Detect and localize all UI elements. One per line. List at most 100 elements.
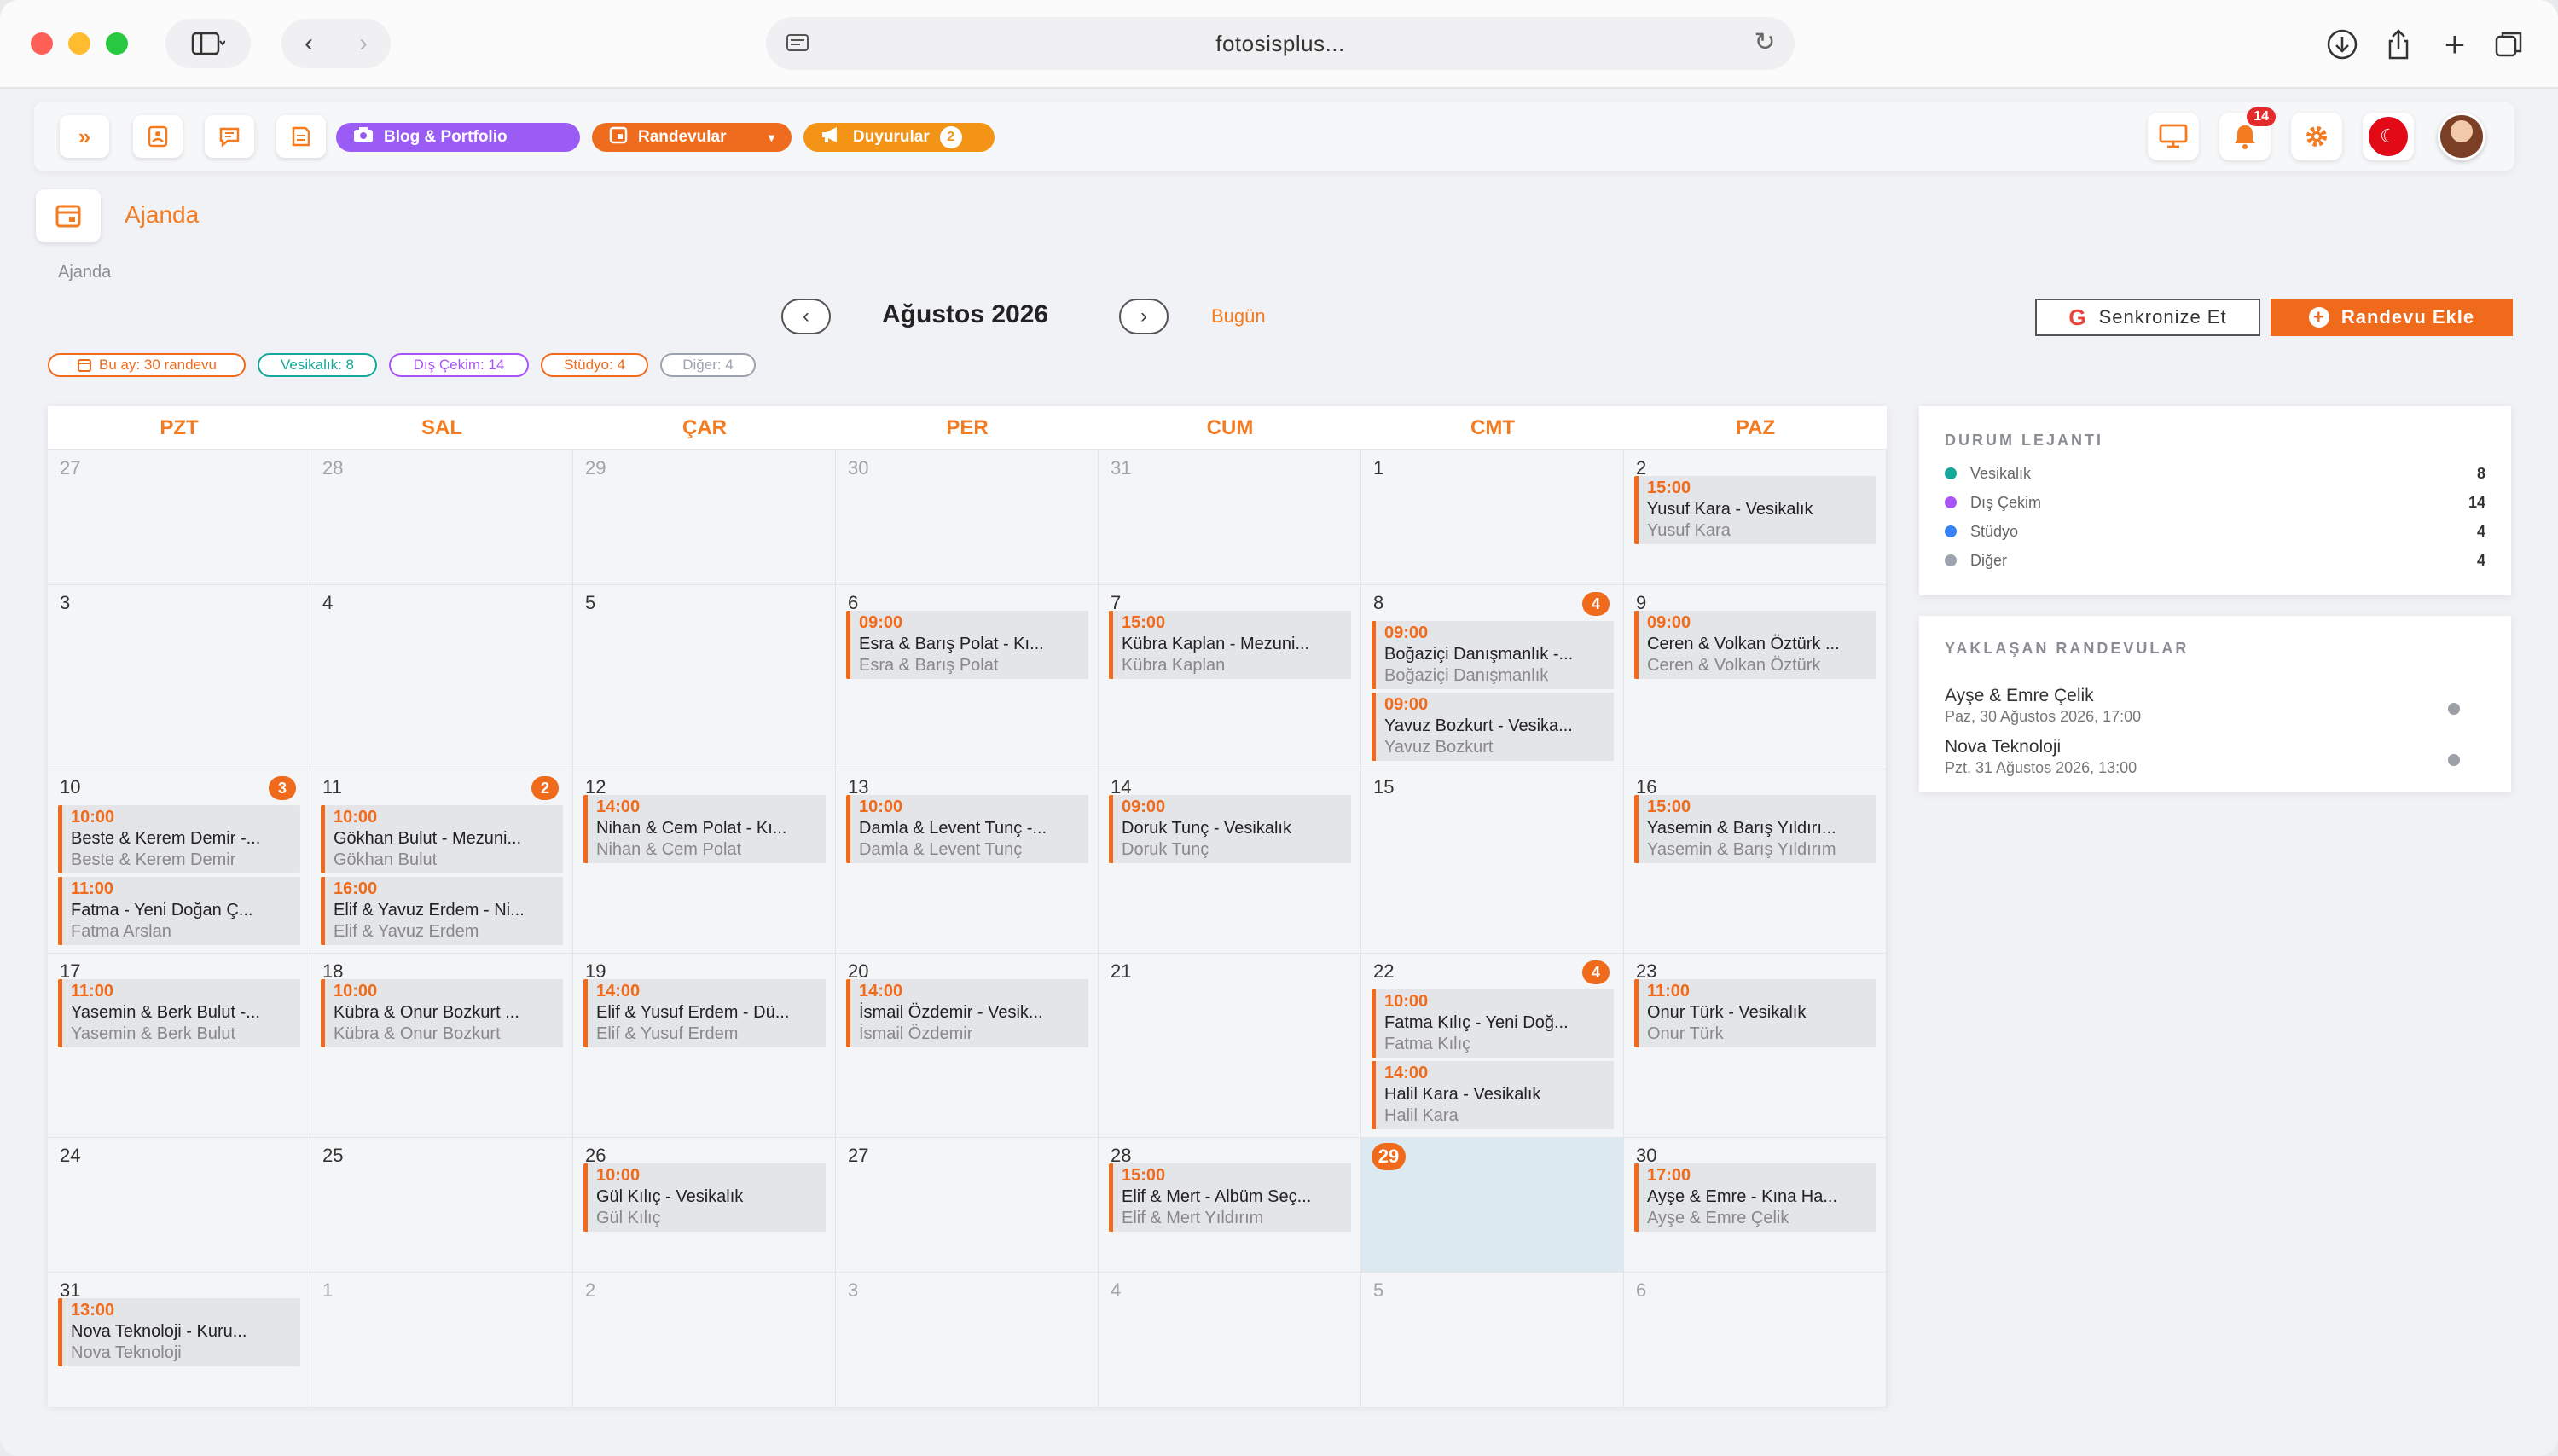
appointments-dropdown[interactable]: Randevular ▾ — [592, 123, 792, 152]
calendar-day-cell[interactable]: 24 — [48, 1138, 310, 1273]
appointment-event[interactable]: 09:00 Esra & Barış Polat - Kı... Esra & Ba… — [846, 611, 1088, 679]
tabs-overview-icon[interactable] — [2489, 24, 2530, 65]
page-settings-icon[interactable] — [783, 29, 812, 58]
upcoming-item[interactable]: Nova Teknoloji Pzt, 31 Ağustos 2026, 13:… — [1945, 737, 2485, 785]
calendar-day-cell[interactable]: 5 — [573, 585, 836, 769]
appointment-event[interactable]: 15:00 Yasemin & Barış Yıldırı... Yasemin &… — [1634, 795, 1876, 863]
appointment-event[interactable]: 09:00 Yavuz Bozkurt - Vesika... Yavuz Bozk… — [1372, 693, 1614, 761]
event-count-badge[interactable]: 4 — [1582, 592, 1610, 616]
add-appointment-button[interactable]: + Randevu Ekle — [2271, 299, 2513, 336]
announcements-button[interactable]: Duyurular 2 — [803, 123, 995, 152]
messages-button[interactable] — [205, 115, 254, 158]
calendar-day-cell[interactable]: 16 15:00 Yasemin & Barış Yıldırı... Yasemin… — [1624, 769, 1887, 954]
sync-button[interactable]: G Senkronize Et — [2035, 299, 2260, 336]
stat-chip-vesikalik[interactable]: Vesikalık: 8 — [258, 353, 377, 377]
settings-button[interactable] — [2291, 113, 2342, 160]
close-window-button[interactable] — [31, 32, 53, 55]
event-count-badge[interactable]: 2 — [531, 776, 559, 800]
calendar-day-cell[interactable]: 15 — [1361, 769, 1624, 954]
calendar-day-cell[interactable]: 2 — [573, 1273, 836, 1407]
calendar-day-cell[interactable]: 30 17:00 Ayşe & Emre - Kına Ha... Ayşe & Em… — [1624, 1138, 1887, 1273]
calendar-day-cell[interactable]: 13 10:00 Damla & Levent Tunç -... Damla & L… — [836, 769, 1099, 954]
calendar-day-cell[interactable]: 19 14:00 Elif & Yusuf Erdem - Dü... Elif & … — [573, 954, 836, 1138]
appointment-event[interactable]: 11:00 Yasemin & Berk Bulut -... Yasemin & … — [58, 979, 300, 1047]
calendar-day-cell[interactable]: 12 14:00 Nihan & Cem Polat - Kı... Nihan & … — [573, 769, 836, 954]
maximize-window-button[interactable] — [106, 32, 128, 55]
reload-icon[interactable]: ↻ — [1754, 27, 1776, 57]
share-icon[interactable] — [2378, 24, 2419, 65]
calendar-day-cell[interactable]: 31 — [1099, 450, 1361, 585]
profile-button[interactable] — [2436, 113, 2487, 160]
calendar-day-cell[interactable]: 1 — [310, 1273, 573, 1407]
today-link[interactable]: Bugün — [1211, 305, 1266, 328]
calendar-day-cell[interactable]: 3 — [836, 1273, 1099, 1407]
calendar-day-cell[interactable]: 17 11:00 Yasemin & Berk Bulut -... Yasemin … — [48, 954, 310, 1138]
calendar-day-cell[interactable]: 9 09:00 Ceren & Volkan Öztürk ... Ceren & V… — [1624, 585, 1887, 769]
calendar-day-cell[interactable]: 1 — [1361, 450, 1624, 585]
calendar-day-cell[interactable]: 30 — [836, 450, 1099, 585]
appointment-event[interactable]: 13:00 Nova Teknoloji - Kuru... Nova Teknol… — [58, 1298, 300, 1366]
calendar-day-cell[interactable]: 4 — [1099, 1273, 1361, 1407]
appointment-event[interactable]: 09:00 Boğaziçi Danışmanlık -... Boğaziçi D… — [1372, 621, 1614, 689]
stat-chip-dis-cekim[interactable]: Dış Çekim: 14 — [389, 353, 529, 377]
calendar-day-cell[interactable]: 18 10:00 Kübra & Onur Bozkurt ... Kübra & O… — [310, 954, 573, 1138]
calendar-day-cell[interactable]: 27 — [836, 1138, 1099, 1273]
appointment-event[interactable]: 10:00 Beste & Kerem Demir -... Beste & Ker… — [58, 805, 300, 873]
new-tab-icon[interactable]: + — [2434, 24, 2475, 65]
address-bar[interactable]: fotosisplus... ↻ — [766, 17, 1795, 70]
appointment-event[interactable]: 09:00 Ceren & Volkan Öztürk ... Ceren & Vo… — [1634, 611, 1876, 679]
calendar-day-cell[interactable]: 25 — [310, 1138, 573, 1273]
calendar-day-cell[interactable]: 27 — [48, 450, 310, 585]
documents-button[interactable] — [276, 115, 326, 158]
calendar-day-cell[interactable]: 4 — [310, 585, 573, 769]
appointment-event[interactable]: 10:00 Damla & Levent Tunç -... Damla & Lev… — [846, 795, 1088, 863]
display-button[interactable] — [2148, 113, 2199, 160]
appointment-event[interactable]: 09:00 Doruk Tunç - Vesikalık Doruk Tunç — [1109, 795, 1351, 863]
appointment-event[interactable]: 15:00 Yusuf Kara - Vesikalık Yusuf Kara — [1634, 476, 1876, 544]
calendar-day-cell[interactable]: 6 09:00 Esra & Barış Polat - Kı... Esra & B… — [836, 585, 1099, 769]
calendar-day-cell[interactable]: 5 — [1361, 1273, 1624, 1407]
appointment-event[interactable]: 14:00 Nihan & Cem Polat - Kı... Nihan & Ce… — [583, 795, 826, 863]
appointment-event[interactable]: 10:00 Gökhan Bulut - Mezuni... Gökhan Bulu… — [321, 805, 563, 873]
appointment-event[interactable]: 14:00 İsmail Özdemir - Vesik... İsmail Özd… — [846, 979, 1088, 1047]
calendar-day-cell[interactable]: 26 10:00 Gül Kılıç - Vesikalık Gül Kılıç — [573, 1138, 836, 1273]
minimize-window-button[interactable] — [68, 32, 90, 55]
calendar-day-cell[interactable]: 14 09:00 Doruk Tunç - Vesikalık Doruk Tunç — [1099, 769, 1361, 954]
notifications-button[interactable]: 14 — [2219, 107, 2276, 160]
calendar-day-cell[interactable]: 8 4 09:00 Boğaziçi Danışmanlık -... Boğaziçi… — [1361, 585, 1624, 769]
language-button[interactable]: ☾ — [2363, 113, 2414, 160]
calendar-day-cell[interactable]: 11 2 10:00 Gökhan Bulut - Mezuni... Gökhan B… — [310, 769, 573, 954]
calendar-day-cell[interactable]: 29 — [573, 450, 836, 585]
calendar-day-cell[interactable]: 6 — [1624, 1273, 1887, 1407]
event-count-badge[interactable]: 4 — [1582, 960, 1610, 984]
calendar-day-cell[interactable]: 21 — [1099, 954, 1361, 1138]
forward-icon[interactable]: › — [336, 29, 391, 58]
stat-chip-month[interactable]: Bu ay: 30 randevu — [48, 353, 246, 377]
calendar-day-cell[interactable]: 10 3 10:00 Beste & Kerem Demir -... Beste & … — [48, 769, 310, 954]
appointment-event[interactable]: 10:00 Fatma Kılıç - Yeni Doğ... Fatma Kılı… — [1372, 989, 1614, 1058]
upcoming-item[interactable]: Ayşe & Emre Çelik Paz, 30 Ağustos 2026, … — [1945, 686, 2485, 734]
next-month-button[interactable]: › — [1119, 299, 1169, 334]
contacts-button[interactable] — [133, 115, 183, 158]
stat-chip-diger[interactable]: Diğer: 4 — [660, 353, 756, 377]
sidebar-toggle-button[interactable] — [165, 19, 251, 68]
appointment-event[interactable]: 14:00 Halil Kara - Vesikalık Halil Kara — [1372, 1061, 1614, 1129]
calendar-day-cell[interactable]: 22 4 10:00 Fatma Kılıç - Yeni Doğ... Fatma K… — [1361, 954, 1624, 1138]
calendar-day-cell[interactable]: 29 — [1361, 1138, 1624, 1273]
event-count-badge[interactable]: 3 — [269, 776, 296, 800]
appointment-event[interactable]: 10:00 Kübra & Onur Bozkurt ... Kübra & Onu… — [321, 979, 563, 1047]
stat-chip-studyo[interactable]: Stüdyo: 4 — [541, 353, 648, 377]
appointment-event[interactable]: 15:00 Elif & Mert - Albüm Seç... Elif & Me… — [1109, 1163, 1351, 1232]
download-icon[interactable] — [2322, 24, 2363, 65]
appointment-event[interactable]: 17:00 Ayşe & Emre - Kına Ha... Ayşe & Emre… — [1634, 1163, 1876, 1232]
appointment-event[interactable]: 16:00 Elif & Yavuz Erdem - Ni... Elif & Ya… — [321, 877, 563, 945]
calendar-day-cell[interactable]: 7 15:00 Kübra Kaplan - Mezuni... Kübra Kapl… — [1099, 585, 1361, 769]
appointment-event[interactable]: 11:00 Onur Türk - Vesikalık Onur Türk — [1634, 979, 1876, 1047]
appointment-event[interactable]: 15:00 Kübra Kaplan - Mezuni... Kübra Kapla… — [1109, 611, 1351, 679]
appointment-event[interactable]: 14:00 Elif & Yusuf Erdem - Dü... Elif & Yu… — [583, 979, 826, 1047]
calendar-day-cell[interactable]: 20 14:00 İsmail Özdemir - Vesik... İsmail Ö… — [836, 954, 1099, 1138]
calendar-day-cell[interactable]: 31 13:00 Nova Teknoloji - Kuru... Nova Tekn… — [48, 1273, 310, 1407]
calendar-day-cell[interactable]: 28 — [310, 450, 573, 585]
prev-month-button[interactable]: ‹ — [781, 299, 831, 334]
calendar-day-cell[interactable]: 2 15:00 Yusuf Kara - Vesikalık Yusuf Kara — [1624, 450, 1887, 585]
